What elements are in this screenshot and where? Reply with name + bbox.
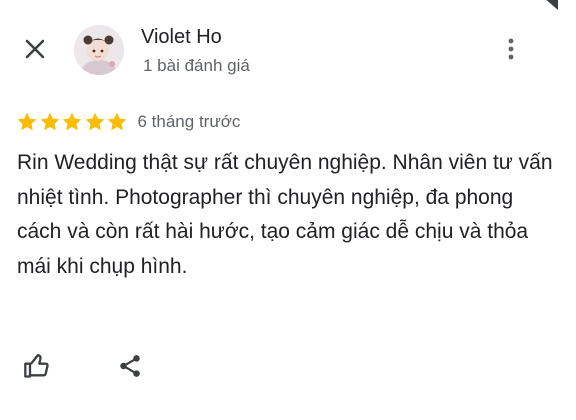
- star-icon: [85, 112, 104, 131]
- star-icon: [107, 112, 127, 131]
- star-icon: [40, 112, 59, 131]
- thumb-up-icon: [24, 353, 49, 378]
- review-count: 1 bài đánh giá: [143, 56, 250, 75]
- edge-decoration: [546, 0, 558, 10]
- share-button[interactable]: [113, 349, 147, 383]
- review-text: Rin Wedding thật sự rất chuyên nghiệp. N…: [17, 151, 553, 278]
- star-icon: [17, 112, 37, 131]
- share-icon: [120, 355, 140, 377]
- close-button[interactable]: [20, 34, 50, 64]
- review-header: Violet Ho 1 bài đánh giá: [0, 0, 576, 100]
- author-name[interactable]: Violet Ho: [141, 26, 222, 49]
- avatar[interactable]: [74, 25, 124, 75]
- review-actions: [0, 345, 576, 390]
- close-icon: [25, 39, 45, 59]
- more-vert-icon: [508, 38, 514, 60]
- rating-row: 6 tháng trước: [16, 110, 240, 134]
- star-rating: [16, 111, 129, 133]
- review-time: 6 tháng trước: [137, 112, 241, 131]
- star-icon: [62, 112, 82, 131]
- more-options-button[interactable]: [498, 34, 524, 64]
- like-button[interactable]: [20, 349, 54, 383]
- avatar-image: [74, 25, 124, 75]
